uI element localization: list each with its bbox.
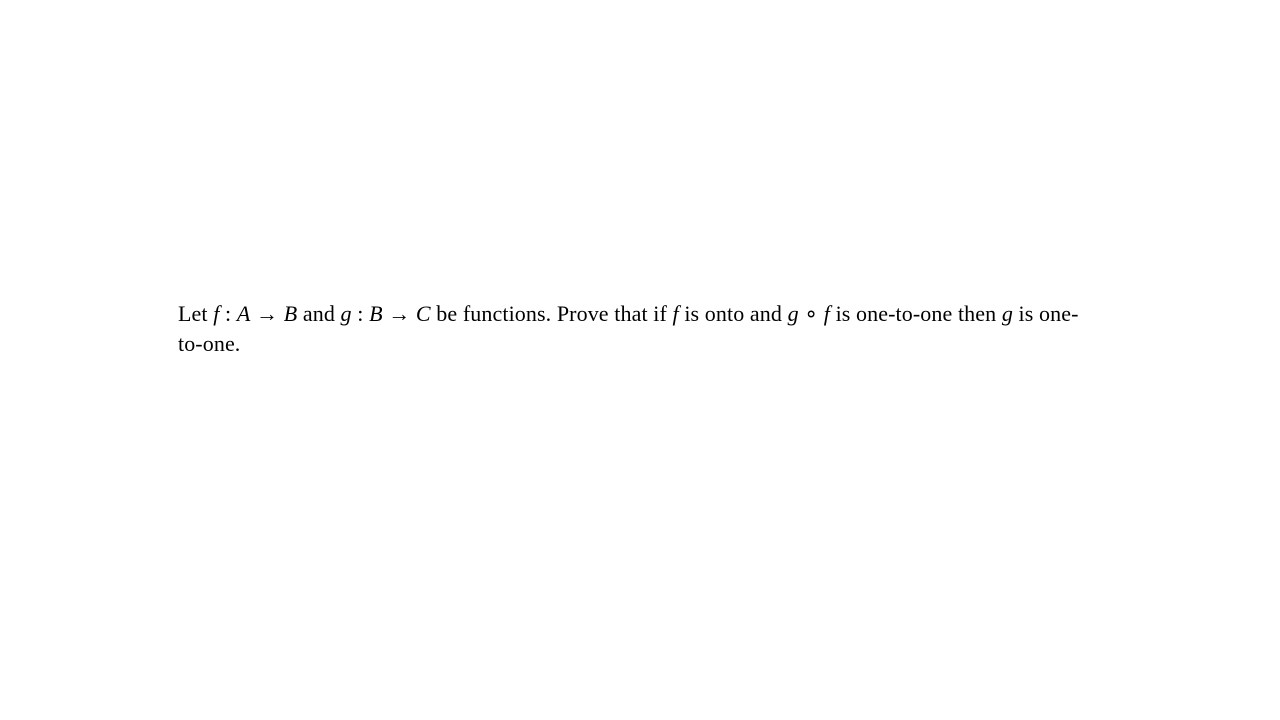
math-arrow: → xyxy=(383,301,416,326)
problem-statement: Let f : A → B and g : B → C be functions… xyxy=(178,299,1090,358)
math-set-B: B xyxy=(369,301,383,326)
math-colon: : xyxy=(219,301,236,326)
document-page: Let f : A → B and g : B → C be functions… xyxy=(0,0,1280,720)
text-and: and xyxy=(297,301,340,326)
math-compose: ∘ xyxy=(799,301,824,326)
math-g: g xyxy=(788,301,799,326)
math-set-A: A xyxy=(237,301,251,326)
math-arrow: → xyxy=(250,301,283,326)
math-colon: : xyxy=(352,301,369,326)
math-set-C: C xyxy=(416,301,431,326)
math-set-B: B xyxy=(284,301,298,326)
text-is-one-to-one-then: is one-to-one then xyxy=(830,301,1002,326)
math-g: g xyxy=(1002,301,1013,326)
text-let: Let xyxy=(178,301,213,326)
text-is-onto-and: is onto and xyxy=(679,301,788,326)
math-g: g xyxy=(341,301,352,326)
text-be-functions: be functions. Prove that if xyxy=(431,301,673,326)
